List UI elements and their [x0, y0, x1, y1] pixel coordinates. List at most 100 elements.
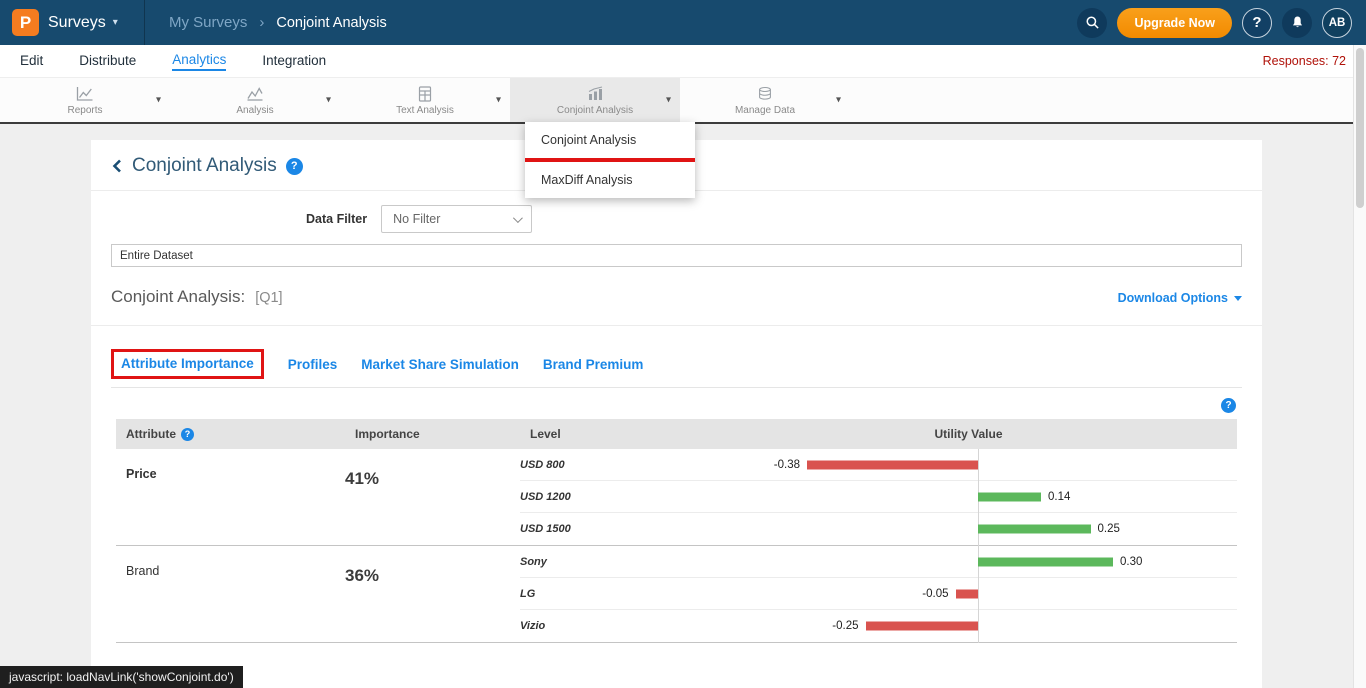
chevron-down-icon: [1234, 296, 1242, 301]
nav-edit[interactable]: Edit: [20, 53, 43, 70]
toolbar-item-conjoint-analysis[interactable]: Conjoint Analysis ▾: [510, 78, 680, 122]
vertical-scrollbar[interactable]: [1353, 45, 1366, 688]
tab-market-share-simulation[interactable]: Market Share Simulation: [361, 357, 519, 372]
header-level: Level: [520, 427, 700, 441]
importance-value: 36%: [345, 546, 520, 642]
breadcrumb-current: Conjoint Analysis: [276, 15, 386, 31]
toolbar-item-label: Conjoint Analysis: [557, 105, 633, 116]
chevron-down-icon[interactable]: ▾: [836, 95, 841, 106]
level-name: Sony: [520, 556, 700, 568]
download-options-button[interactable]: Download Options: [1118, 291, 1242, 305]
utility-bar-cell: 0.14: [700, 481, 1237, 512]
data-filter-select[interactable]: No Filter: [381, 205, 532, 233]
attribute-help-icon[interactable]: ?: [181, 428, 194, 441]
utility-bar-cell: 0.25: [700, 513, 1237, 545]
utility-value-label: -0.38: [774, 459, 800, 471]
table-row-brand: Brand 36% Sony 0.30 LG -0.05: [116, 546, 1237, 643]
search-button[interactable]: [1077, 8, 1107, 38]
level-row: Sony 0.30: [520, 546, 1237, 578]
chevron-down-icon: [513, 213, 523, 223]
header-importance: Importance: [345, 427, 520, 441]
utility-bar-cell: -0.25: [700, 610, 1237, 642]
survey-nav: Edit Distribute Analytics Integration Re…: [0, 45, 1366, 78]
notifications-button[interactable]: [1282, 8, 1312, 38]
utility-value-label: 0.14: [1048, 491, 1070, 503]
level-row: Vizio -0.25: [520, 610, 1237, 642]
nav-analytics[interactable]: Analytics: [172, 52, 226, 71]
search-icon: [1085, 15, 1100, 30]
utility-table: Attribute ? Importance Level Utility Val…: [116, 419, 1237, 643]
upgrade-now-button[interactable]: Upgrade Now: [1117, 8, 1232, 38]
level-row: LG -0.05: [520, 578, 1237, 610]
level-name: LG: [520, 588, 700, 600]
data-filter-label: Data Filter: [306, 212, 367, 226]
menu-item-conjoint-analysis[interactable]: Conjoint Analysis: [525, 122, 695, 158]
toolbar-item-text-analysis[interactable]: Text Analysis ▾: [340, 78, 510, 122]
utility-bar: [807, 460, 978, 469]
annotation-box: Attribute Importance: [111, 349, 264, 379]
utility-bar-cell: 0.30: [700, 546, 1237, 577]
manage-data-icon: [756, 85, 774, 103]
chevron-down-icon[interactable]: ▾: [666, 95, 671, 106]
breadcrumb-my-surveys[interactable]: My Surveys: [169, 14, 247, 31]
utility-value-label: 0.25: [1098, 523, 1120, 535]
responses-count[interactable]: Responses: 72: [1263, 54, 1346, 68]
attribute-name: Brand: [116, 546, 345, 642]
data-filter-value: No Filter: [393, 212, 440, 226]
tab-attribute-importance[interactable]: Attribute Importance: [121, 356, 254, 371]
utility-value-label: -0.05: [922, 588, 948, 600]
chevron-left-icon[interactable]: [111, 158, 123, 174]
toolbar-item-label: Text Analysis: [396, 105, 454, 116]
chevron-down-icon[interactable]: ▾: [496, 95, 501, 106]
bell-icon: [1290, 15, 1305, 30]
utility-bar: [978, 525, 1091, 534]
toolbar-item-manage-data[interactable]: Manage Data ▾: [680, 78, 850, 122]
utility-value-label: -0.25: [832, 620, 858, 632]
topbar-actions: Upgrade Now ? AB: [1077, 8, 1366, 38]
content-area: Conjoint Analysis ? Data Filter No Filte…: [0, 124, 1366, 688]
conjoint-card: Conjoint Analysis ? Data Filter No Filte…: [91, 140, 1262, 688]
attribute-name: Price: [116, 449, 345, 545]
nav-distribute[interactable]: Distribute: [79, 53, 136, 70]
tab-brand-premium[interactable]: Brand Premium: [543, 357, 644, 372]
breadcrumb: My Surveys › Conjoint Analysis: [169, 14, 387, 31]
level-name: USD 800: [520, 459, 700, 471]
chevron-down-icon: ▾: [113, 17, 118, 28]
divider: [91, 325, 1262, 326]
toolbar-item-reports[interactable]: Reports ▾: [0, 78, 170, 122]
analysis-icon: [245, 85, 265, 103]
level-name: USD 1500: [520, 523, 700, 535]
toolbar-item-analysis[interactable]: Analysis ▾: [170, 78, 340, 122]
level-name: USD 1200: [520, 491, 700, 503]
toolbar-item-label: Manage Data: [735, 105, 795, 116]
top-bar: P Surveys ▾ My Surveys › Conjoint Analys…: [0, 0, 1366, 45]
utility-bar-cell: -0.38: [700, 449, 1237, 480]
table-row-price: Price 41% USD 800 -0.38 USD 1200: [116, 449, 1237, 546]
conjoint-dropdown-menu: Conjoint Analysis MaxDiff Analysis: [525, 122, 695, 198]
brand-logo: P: [12, 9, 39, 36]
section-question-ref: [Q1]: [255, 290, 282, 306]
tab-profiles[interactable]: Profiles: [288, 357, 338, 372]
text-analysis-icon: [416, 85, 434, 103]
section-title: Conjoint Analysis:: [111, 287, 245, 307]
header-attribute: Attribute ?: [116, 427, 345, 441]
dataset-field[interactable]: Entire Dataset: [111, 244, 1242, 267]
toolbar-item-label: Reports: [67, 105, 102, 116]
chevron-down-icon[interactable]: ▾: [326, 95, 331, 106]
menu-item-maxdiff-analysis[interactable]: MaxDiff Analysis: [525, 162, 695, 198]
table-help-icon[interactable]: ?: [1221, 398, 1236, 413]
download-options-label: Download Options: [1118, 291, 1228, 305]
utility-bar: [978, 557, 1113, 566]
chevron-down-icon[interactable]: ▾: [156, 95, 161, 106]
utility-bar: [978, 492, 1041, 501]
user-avatar[interactable]: AB: [1322, 8, 1352, 38]
title-help-icon[interactable]: ?: [286, 158, 303, 175]
utility-value-label: 0.30: [1120, 556, 1142, 568]
product-switcher[interactable]: P Surveys ▾: [0, 0, 145, 45]
utility-bar: [866, 622, 979, 631]
help-button[interactable]: ?: [1242, 8, 1272, 38]
importance-value: 41%: [345, 449, 520, 545]
nav-integration[interactable]: Integration: [262, 53, 326, 70]
table-header-row: Attribute ? Importance Level Utility Val…: [116, 419, 1237, 449]
scrollbar-thumb[interactable]: [1356, 48, 1364, 208]
